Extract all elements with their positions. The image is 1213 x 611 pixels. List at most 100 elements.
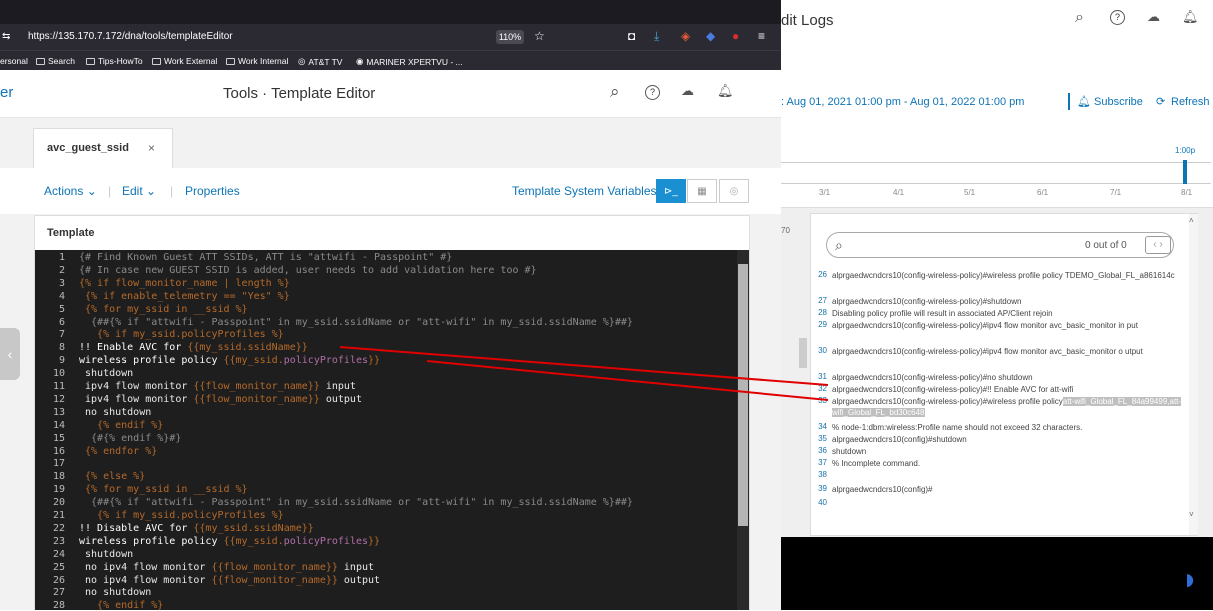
search-icon[interactable]: ⌕	[610, 82, 620, 102]
cli-line-text	[832, 498, 1194, 507]
cli-line-number: 36	[818, 446, 827, 455]
help-icon[interactable]: ?	[645, 85, 660, 100]
cli-line-text: alprgaedwcndcrs10(config-wireless-policy…	[832, 297, 1022, 306]
cli-line-text: alprgaedwcndcrs10(config)#shutdown	[832, 435, 967, 444]
code-line[interactable]: !! Enable AVC for {{my_ssid.ssidName}}	[79, 342, 308, 353]
timeline-chart[interactable]: 1:00p 3/1 4/1 5/1 6/1 7/1 8/1	[781, 118, 1213, 208]
terminal-icon[interactable]: ⊳_	[656, 179, 686, 203]
bell-icon[interactable]: 🔔︎	[1182, 9, 1199, 25]
search-nav-buttons[interactable]: ‹ ›	[1145, 236, 1171, 254]
code-line[interactable]: {% else %}	[79, 471, 145, 482]
line-number: 9	[58, 355, 65, 367]
edit-menu[interactable]: Edit ⌄	[122, 184, 156, 198]
cli-line: 28 Disabling policy profile will result i…	[814, 308, 1194, 319]
line-number: 19	[52, 484, 65, 496]
zoom-badge[interactable]: 110%	[496, 30, 524, 44]
cli-lines: 26 alprgaedwcndcrs10(config-wireless-poli…	[814, 270, 1194, 530]
code-line[interactable]: no shutdown	[79, 587, 151, 598]
code-line[interactable]: {% for my_ssid in __ssid %}	[79, 304, 248, 315]
cli-scrollbar[interactable]: ˄ ˅	[1189, 214, 1198, 535]
bookmark-item[interactable]: Work Internal	[226, 56, 288, 66]
line-number: 25	[52, 561, 65, 573]
divider	[1068, 93, 1070, 110]
url-input[interactable]: https://135.170.7.172/dna/tools/template…	[28, 31, 233, 42]
tick-label: 6/1	[1037, 188, 1049, 197]
bell-icon[interactable]: 🔔︎	[1077, 95, 1091, 108]
properties-link[interactable]: Properties	[185, 184, 240, 198]
app-name-fragment[interactable]: er	[0, 84, 13, 101]
cli-search-field[interactable]: ⌕ 0 out of 0 ‹ ›	[826, 232, 1174, 258]
bookmark-item[interactable]: ersonal	[0, 56, 28, 66]
subscribe-link[interactable]: Subscribe	[1094, 96, 1143, 108]
download-icon[interactable]: ⤓	[654, 29, 659, 44]
line-number: 15	[52, 432, 65, 444]
refresh-link[interactable]: Refresh	[1171, 96, 1210, 108]
code-line[interactable]: shutdown	[79, 368, 133, 379]
cli-line-text: alprgaedwcndcrs10(config-wireless-policy…	[832, 321, 1138, 330]
menu-icon[interactable]: ≡	[758, 29, 765, 43]
tick-label: 7/1	[1110, 188, 1122, 197]
bookmark-item[interactable]: Search	[36, 56, 75, 66]
help-icon[interactable]: ?	[1110, 10, 1125, 25]
cloud-icon[interactable]: ☁	[681, 83, 694, 99]
code-line[interactable]: ipv4 flow monitor {{flow_monitor_name}} …	[79, 394, 362, 405]
extension-icon-3[interactable]: ●	[732, 29, 739, 43]
cli-line: 37 % Incomplete command.	[814, 458, 1194, 469]
code-line[interactable]: !! Disable AVC for {{my_ssid.ssidName}}	[79, 523, 314, 534]
code-line[interactable]: {% if enable_telemetry == "Yes" %}	[79, 291, 290, 302]
bell-icon[interactable]: 🔔︎	[717, 83, 734, 99]
nav-back-icon[interactable]: ⇆	[2, 31, 10, 42]
code-line[interactable]: {% if my_ssid.policyProfiles %}	[79, 510, 284, 521]
code-line[interactable]: no shutdown	[79, 407, 151, 418]
code-line[interactable]: {##{% if "attwifi - Passpoint" in my_ssi…	[79, 317, 633, 328]
code-line[interactable]: {% endfor %}	[79, 446, 157, 457]
line-number: 16	[52, 445, 65, 457]
editor-scrollbar[interactable]	[737, 250, 749, 610]
calculator-icon[interactable]: ▦	[687, 179, 717, 203]
close-icon[interactable]: ×	[148, 141, 155, 155]
bookmark-item[interactable]: Tips-HowTo	[86, 56, 143, 66]
code-line[interactable]: {% endif %}	[79, 420, 163, 431]
code-line[interactable]: {# In case new GUEST SSID is added, user…	[79, 265, 537, 276]
cloud-icon[interactable]: ☁	[1147, 9, 1160, 25]
code-line[interactable]: no ipv4 flow monitor {{flow_monitor_name…	[79, 562, 374, 573]
star-icon[interactable]: ☆	[534, 29, 545, 43]
cli-line: 38	[814, 470, 1194, 479]
code-line[interactable]: {##{% if "attwifi - Passpoint" in my_ssi…	[79, 497, 633, 508]
code-line[interactable]: {% for my_ssid in __ssid %}	[79, 484, 248, 495]
collapse-handle[interactable]: ‹	[0, 328, 20, 380]
settings-icon[interactable]: ◎	[719, 179, 749, 203]
code-line[interactable]: shutdown	[79, 549, 133, 560]
system-variables-link[interactable]: Template System Variables	[512, 184, 657, 198]
extension-icon-2[interactable]: ◆	[706, 29, 715, 43]
refresh-icon[interactable]: ⟳	[1156, 95, 1165, 108]
scroll-down-icon[interactable]: ˅	[1189, 510, 1194, 519]
actions-menu[interactable]: Actions ⌄	[44, 184, 97, 198]
att-icon: ◎	[298, 56, 306, 66]
scroll-thumb[interactable]	[738, 264, 748, 526]
code-editor[interactable]: 1 {# Find Known Guest ATT SSIDs, ATT is "…	[35, 250, 749, 611]
side-scrollbar[interactable]	[799, 338, 807, 368]
bookmark-item[interactable]: Work External	[152, 56, 217, 66]
bookmark-item[interactable]: ◎ AT&T TV	[298, 56, 342, 67]
scroll-up-icon[interactable]: ˄	[1189, 216, 1194, 225]
code-line[interactable]: {% endif %}	[79, 600, 163, 611]
search-count: 0 out of 0	[1085, 240, 1127, 251]
code-line[interactable]: {#{% endif %}#}	[79, 433, 181, 444]
cli-line-number: 34	[818, 422, 827, 431]
code-line[interactable]: {# Find Known Guest ATT SSIDs, ATT is "a…	[79, 252, 452, 263]
shield-icon[interactable]: ◘	[628, 29, 635, 43]
code-line[interactable]: no ipv4 flow monitor {{flow_monitor_name…	[79, 575, 380, 586]
code-line[interactable]: ipv4 flow monitor {{flow_monitor_name}} …	[79, 381, 356, 392]
extension-icon-1[interactable]: ◈	[681, 29, 690, 43]
code-line[interactable]: wireless profile policy {{my_ssid.policy…	[79, 536, 380, 547]
code-line[interactable]: wireless profile policy {{my_ssid.policy…	[79, 355, 380, 366]
timeline-handle[interactable]	[1183, 160, 1187, 184]
code-line[interactable]: {% if my_ssid.policyProfiles %}	[79, 329, 284, 340]
code-line[interactable]: {% if flow_monitor_name | length %}	[79, 278, 290, 289]
date-range[interactable]: : Aug 01, 2021 01:00 pm - Aug 01, 2022 0…	[781, 96, 1024, 108]
tab-label: avc_guest_ssid	[47, 142, 129, 154]
search-icon[interactable]: ⌕	[1075, 9, 1084, 27]
tab-avc-guest-ssid[interactable]: avc_guest_ssid ×	[33, 128, 173, 168]
bookmark-item[interactable]: ◉ MARINER XPERTVU - ...	[356, 56, 463, 67]
